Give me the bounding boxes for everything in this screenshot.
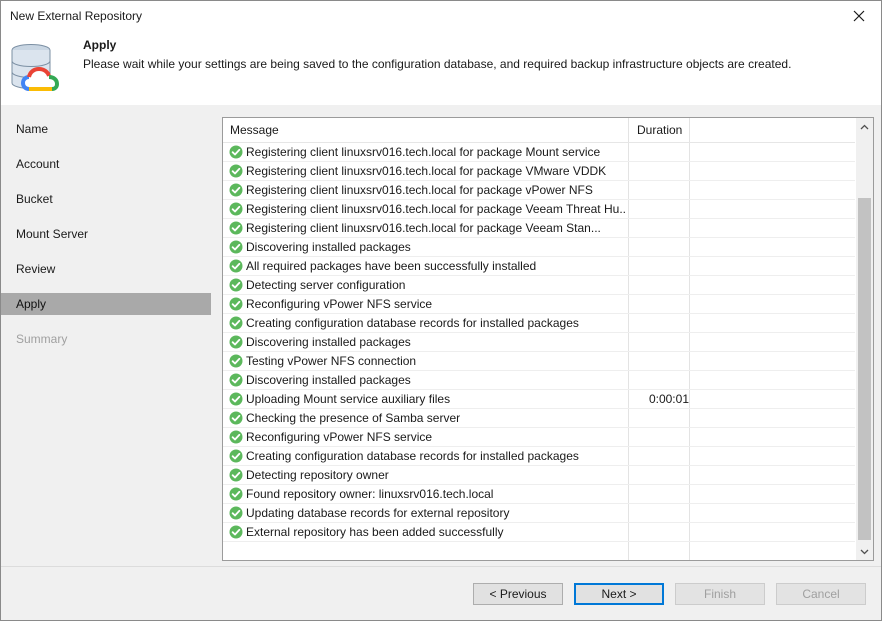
log-message: Updating database records for external r… bbox=[246, 506, 510, 520]
log-row[interactable]: Creating configuration database records … bbox=[223, 447, 855, 466]
log-row[interactable]: Reconfiguring vPower NFS service bbox=[223, 428, 855, 447]
log-message: Reconfiguring vPower NFS service bbox=[246, 297, 433, 311]
log-message: Registering client linuxsrv016.tech.loca… bbox=[246, 164, 607, 178]
log-row[interactable]: Testing vPower NFS connection bbox=[223, 352, 855, 371]
wizard-footer: < Previous Next > Finish Cancel bbox=[1, 566, 881, 620]
wizard-header: Apply Please wait while your settings ar… bbox=[1, 33, 881, 105]
list-header: Message Duration bbox=[223, 118, 855, 143]
log-row[interactable]: Discovering installed packages bbox=[223, 333, 855, 352]
log-message: Registering client linuxsrv016.tech.loca… bbox=[246, 145, 601, 159]
steps-sidebar: Name Account Bucket Mount Server Review … bbox=[1, 105, 211, 566]
log-row[interactable]: Detecting repository owner bbox=[223, 466, 855, 485]
step-review[interactable]: Review bbox=[1, 258, 211, 280]
success-check-icon bbox=[229, 259, 243, 273]
log-message: External repository has been added succe… bbox=[246, 525, 504, 539]
step-description: Please wait while your settings are bein… bbox=[83, 57, 792, 71]
success-check-icon bbox=[229, 335, 243, 349]
success-check-icon bbox=[229, 392, 243, 406]
log-row[interactable]: Registering client linuxsrv016.tech.loca… bbox=[223, 181, 855, 200]
success-check-icon bbox=[229, 411, 243, 425]
log-message: Detecting server configuration bbox=[246, 278, 406, 292]
log-row[interactable]: Reconfiguring vPower NFS service bbox=[223, 295, 855, 314]
log-row[interactable]: Detecting server configuration bbox=[223, 276, 855, 295]
step-bucket[interactable]: Bucket bbox=[1, 188, 211, 210]
step-apply[interactable]: Apply bbox=[1, 293, 211, 315]
log-message: Registering client linuxsrv016.tech.loca… bbox=[246, 202, 626, 216]
log-message: Discovering installed packages bbox=[246, 373, 411, 387]
success-check-icon bbox=[229, 487, 243, 501]
title-bar: New External Repository bbox=[1, 1, 881, 33]
log-row[interactable]: Updating database records for external r… bbox=[223, 504, 855, 523]
success-check-icon bbox=[229, 525, 243, 539]
success-check-icon bbox=[229, 373, 243, 387]
log-message: Checking the presence of Samba server bbox=[246, 411, 461, 425]
cancel-button: Cancel bbox=[776, 583, 866, 605]
next-button[interactable]: Next > bbox=[574, 583, 664, 605]
log-duration: 0:00:01 bbox=[648, 392, 689, 406]
step-summary: Summary bbox=[16, 332, 68, 346]
success-check-icon bbox=[229, 506, 243, 520]
success-check-icon bbox=[229, 297, 243, 311]
chevron-down-icon bbox=[860, 549, 869, 554]
log-message: Uploading Mount service auxiliary files bbox=[246, 392, 451, 406]
success-check-icon bbox=[229, 221, 243, 235]
log-row[interactable]: Uploading Mount service auxiliary files 0… bbox=[223, 390, 855, 409]
log-message: Reconfiguring vPower NFS service bbox=[246, 430, 433, 444]
success-check-icon bbox=[229, 202, 243, 216]
log-row[interactable]: Registering client linuxsrv016.tech.loca… bbox=[223, 219, 855, 238]
window-title: New External Repository bbox=[10, 9, 143, 23]
scroll-down-button[interactable] bbox=[856, 543, 873, 560]
step-title: Apply bbox=[83, 38, 117, 52]
log-message: Creating configuration database records … bbox=[246, 449, 579, 463]
success-check-icon bbox=[229, 354, 243, 368]
scroll-thumb[interactable] bbox=[858, 198, 871, 540]
scroll-up-button[interactable] bbox=[856, 118, 873, 135]
log-message: Registering client linuxsrv016.tech.loca… bbox=[246, 221, 601, 235]
log-row[interactable]: All required packages have been successf… bbox=[223, 257, 855, 276]
log-row[interactable]: Creating configuration database records … bbox=[223, 314, 855, 333]
close-icon bbox=[853, 10, 865, 22]
success-check-icon bbox=[229, 278, 243, 292]
main-panel: Message Duration Registering client linu… bbox=[211, 105, 881, 566]
log-message: Creating configuration database records … bbox=[246, 316, 579, 330]
log-message: Discovering installed packages bbox=[246, 240, 411, 254]
log-message: Found repository owner: linuxsrv016.tech… bbox=[246, 487, 494, 501]
step-account[interactable]: Account bbox=[1, 153, 211, 175]
success-check-icon bbox=[229, 430, 243, 444]
column-header-duration[interactable]: Duration bbox=[637, 123, 682, 137]
success-check-icon bbox=[229, 240, 243, 254]
log-row[interactable]: Discovering installed packages bbox=[223, 238, 855, 257]
log-message: Registering client linuxsrv016.tech.loca… bbox=[246, 183, 593, 197]
column-header-message[interactable]: Message bbox=[230, 123, 279, 137]
log-row[interactable]: External repository has been added succe… bbox=[223, 523, 855, 542]
previous-button[interactable]: < Previous bbox=[473, 583, 563, 605]
log-row[interactable]: Found repository owner: linuxsrv016.tech… bbox=[223, 485, 855, 504]
log-message: All required packages have been successf… bbox=[246, 259, 537, 273]
step-mount-server[interactable]: Mount Server bbox=[1, 223, 211, 245]
vertical-scrollbar[interactable] bbox=[856, 118, 873, 560]
log-message: Testing vPower NFS connection bbox=[246, 354, 417, 368]
log-row[interactable]: Registering client linuxsrv016.tech.loca… bbox=[223, 200, 855, 219]
progress-log-list[interactable]: Message Duration Registering client linu… bbox=[222, 117, 874, 561]
wizard-window: New External Repository Apply Please wai… bbox=[0, 0, 882, 621]
finish-button: Finish bbox=[675, 583, 765, 605]
chevron-up-icon bbox=[860, 124, 869, 129]
step-name[interactable]: Name bbox=[1, 118, 211, 140]
log-row[interactable]: Discovering installed packages bbox=[223, 371, 855, 390]
log-message: Detecting repository owner bbox=[246, 468, 389, 482]
success-check-icon bbox=[229, 183, 243, 197]
success-check-icon bbox=[229, 449, 243, 463]
log-message: Discovering installed packages bbox=[246, 335, 411, 349]
log-row[interactable]: Checking the presence of Samba server bbox=[223, 409, 855, 428]
log-rows: Registering client linuxsrv016.tech.loca… bbox=[223, 143, 855, 542]
close-button[interactable] bbox=[837, 1, 881, 31]
repository-cloud-icon bbox=[11, 44, 60, 91]
success-check-icon bbox=[229, 145, 243, 159]
log-row[interactable]: Registering client linuxsrv016.tech.loca… bbox=[223, 162, 855, 181]
success-check-icon bbox=[229, 468, 243, 482]
success-check-icon bbox=[229, 316, 243, 330]
success-check-icon bbox=[229, 164, 243, 178]
log-row[interactable]: Registering client linuxsrv016.tech.loca… bbox=[223, 143, 855, 162]
